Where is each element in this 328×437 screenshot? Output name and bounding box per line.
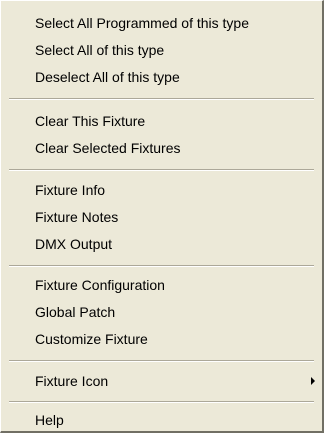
menu-item-select-all-programmed[interactable]: Select All Programmed of this type — [2, 11, 321, 35]
menu-item-label: Fixture Icon — [35, 373, 109, 389]
menu-item-fixture-configuration[interactable]: Fixture Configuration — [2, 273, 321, 297]
menu-item-deselect-all-of-type[interactable]: Deselect All of this type — [2, 65, 321, 89]
menu-separator — [9, 401, 314, 403]
menu-item-fixture-notes[interactable]: Fixture Notes — [2, 205, 321, 229]
menu-item-fixture-info[interactable]: Fixture Info — [2, 178, 321, 202]
menu-item-customize-fixture[interactable]: Customize Fixture — [2, 327, 321, 351]
menu-item-global-patch[interactable]: Global Patch — [2, 300, 321, 324]
menu-item-clear-this-fixture[interactable]: Clear This Fixture — [2, 109, 321, 133]
context-menu: Select All Programmed of this type Selec… — [0, 0, 324, 433]
menu-item-select-all-of-type[interactable]: Select All of this type — [2, 38, 321, 62]
menu-item-clear-selected-fixtures[interactable]: Clear Selected Fixtures — [2, 136, 321, 160]
menu-separator — [9, 360, 314, 362]
menu-separator — [9, 265, 314, 267]
menu-separator — [9, 98, 314, 100]
submenu-arrow-icon — [311, 377, 315, 385]
menu-item-help[interactable]: Help — [2, 408, 321, 432]
menu-item-fixture-icon[interactable]: Fixture Icon — [2, 369, 321, 393]
menu-item-dmx-output[interactable]: DMX Output — [2, 232, 321, 256]
menu-separator — [9, 169, 314, 171]
